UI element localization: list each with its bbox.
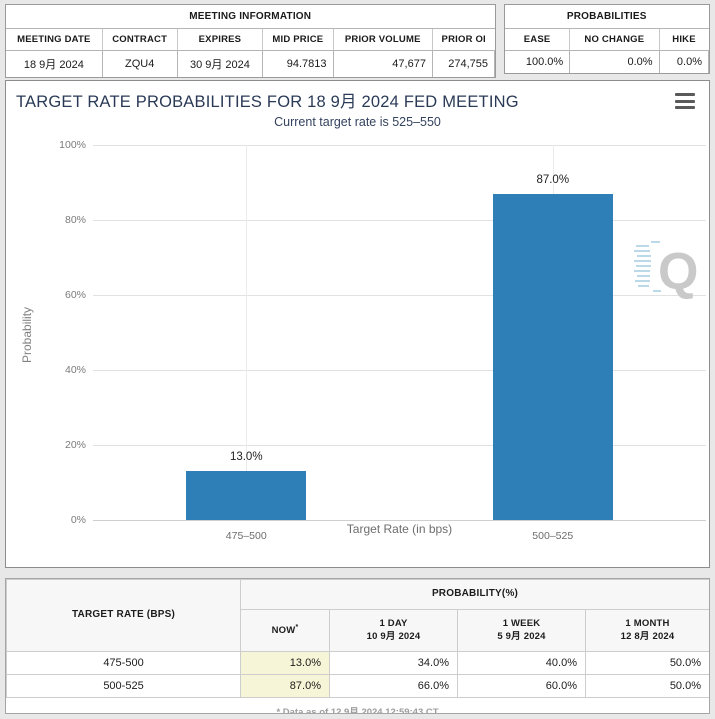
cell-1-month: 50.0% <box>586 675 710 698</box>
probability-detail-panel: TARGET RATE (BPS) PROBABILITY(%) NOW* 1 … <box>5 578 710 714</box>
hamburger-menu-icon[interactable] <box>675 93 695 109</box>
value-prior-oi: 274,755 <box>432 51 494 78</box>
meeting-information-group-title: MEETING INFORMATION <box>6 5 495 29</box>
chart-panel: TARGET RATE PROBABILITIES FOR 18 9月 2024… <box>5 80 710 568</box>
header-now: NOW* <box>241 609 330 652</box>
page-root: MEETING INFORMATION MEETING DATE CONTRAC… <box>0 0 715 719</box>
header-target-rate: TARGET RATE (BPS) <box>7 580 241 652</box>
header-1-day-date: 10 9月 2024 <box>367 631 421 642</box>
grid-line <box>93 145 706 146</box>
y-axis-tick-label: 80% <box>65 214 86 226</box>
header-1-week: 1 WEEK 5 9月 2024 <box>458 609 586 652</box>
value-meeting-date: 18 9月 2024 <box>6 51 102 78</box>
header-meeting-date: MEETING DATE <box>6 29 102 51</box>
table-row: PROBABILITIES <box>505 5 709 29</box>
cell-1-day: 66.0% <box>330 675 458 698</box>
header-contract: CONTRACT <box>102 29 177 51</box>
bar-value-label: 87.0% <box>536 174 569 186</box>
top-info-row: MEETING INFORMATION MEETING DATE CONTRAC… <box>5 4 710 78</box>
header-mid-price: MID PRICE <box>263 29 333 51</box>
hamburger-line <box>675 100 695 103</box>
table-row: 475-500 13.0% 34.0% 40.0% 50.0% <box>7 652 710 675</box>
bar-500–525[interactable] <box>493 194 613 520</box>
header-1-day-label: 1 DAY <box>379 618 407 629</box>
page-title: TARGET RATE PROBABILITIES FOR 18 9月 2024… <box>16 88 519 112</box>
y-axis-title: Probability <box>20 307 34 363</box>
data-as-of-footnote: * Data as of 12 9月 2024 12:59:43 CT <box>6 698 709 714</box>
y-axis-tick-label: 40% <box>65 364 86 376</box>
table-row: MEETING INFORMATION <box>6 5 495 29</box>
hamburger-line <box>675 93 695 96</box>
header-hike: HIKE <box>659 29 708 51</box>
meeting-information-panel: MEETING INFORMATION MEETING DATE CONTRAC… <box>5 4 496 78</box>
header-prior-volume: PRIOR VOLUME <box>333 29 432 51</box>
value-ease: 100.0% <box>505 51 570 74</box>
cell-target-rate: 500-525 <box>7 675 241 698</box>
hamburger-line <box>675 106 695 109</box>
table-row: MEETING DATE CONTRACT EXPIRES MID PRICE … <box>6 29 495 51</box>
table-row: 100.0% 0.0% 0.0% <box>505 51 709 74</box>
value-prior-volume: 47,677 <box>333 51 432 78</box>
header-1-month-date: 12 8月 2024 <box>621 631 675 642</box>
header-ease: EASE <box>505 29 570 51</box>
value-hike: 0.0% <box>659 51 708 74</box>
value-no-change: 0.0% <box>570 51 659 74</box>
cell-1-week: 40.0% <box>458 652 586 675</box>
y-axis-tick-label: 0% <box>71 514 86 526</box>
table-row: EASE NO CHANGE HIKE <box>505 29 709 51</box>
meeting-information-table: MEETING INFORMATION MEETING DATE CONTRAC… <box>6 5 495 77</box>
cell-1-month: 50.0% <box>586 652 710 675</box>
header-no-change: NO CHANGE <box>570 29 659 51</box>
category-tick-line <box>246 145 247 520</box>
bar-475–500[interactable] <box>186 471 306 520</box>
probabilities-summary-table: PROBABILITIES EASE NO CHANGE HIKE 100.0%… <box>505 5 709 73</box>
chart-subtitle: Current target rate is 525–550 <box>6 115 709 129</box>
value-mid-price: 94.7813 <box>263 51 333 78</box>
header-probability-group: PROBABILITY(%) <box>241 580 710 610</box>
grid-line <box>93 220 706 221</box>
header-prior-oi: PRIOR OI <box>432 29 494 51</box>
y-axis-tick-label: 60% <box>65 289 86 301</box>
cell-target-rate: 475-500 <box>7 652 241 675</box>
bar-value-label: 13.0% <box>230 451 263 463</box>
probabilities-group-title: PROBABILITIES <box>505 5 709 29</box>
probabilities-panel: PROBABILITIES EASE NO CHANGE HIKE 100.0%… <box>504 4 710 74</box>
value-expires: 30 9月 2024 <box>177 51 263 78</box>
table-row: TARGET RATE (BPS) PROBABILITY(%) <box>7 580 710 610</box>
footnote-marker: * <box>295 624 298 631</box>
cell-1-week: 60.0% <box>458 675 586 698</box>
table-row: 500-525 87.0% 66.0% 60.0% 50.0% <box>7 675 710 698</box>
header-1-day: 1 DAY 10 9月 2024 <box>330 609 458 652</box>
header-now-label: NOW <box>272 625 296 636</box>
header-1-week-date: 5 9月 2024 <box>497 631 545 642</box>
cell-now: 87.0% <box>241 675 330 698</box>
grid-line <box>93 295 706 296</box>
table-row: 18 9月 2024 ZQU4 30 9月 2024 94.7813 47,67… <box>6 51 495 78</box>
cell-1-day: 34.0% <box>330 652 458 675</box>
grid-line <box>93 445 706 446</box>
cell-now: 13.0% <box>241 652 330 675</box>
header-1-month: 1 MONTH 12 8月 2024 <box>586 609 710 652</box>
y-axis-tick-label: 20% <box>65 439 86 451</box>
header-expires: EXPIRES <box>177 29 263 51</box>
probability-detail-table: TARGET RATE (BPS) PROBABILITY(%) NOW* 1 … <box>6 579 710 698</box>
header-1-month-label: 1 MONTH <box>625 618 669 629</box>
y-axis-tick-label: 100% <box>59 139 86 151</box>
plot-area: 0%20%40%60%80%100% 13.0%475–50087.0%500–… <box>93 145 706 520</box>
x-axis-title: Target Rate (in bps) <box>93 522 706 536</box>
grid-line <box>93 370 706 371</box>
value-contract: ZQU4 <box>102 51 177 78</box>
header-1-week-label: 1 WEEK <box>503 618 541 629</box>
grid-line <box>93 520 706 521</box>
